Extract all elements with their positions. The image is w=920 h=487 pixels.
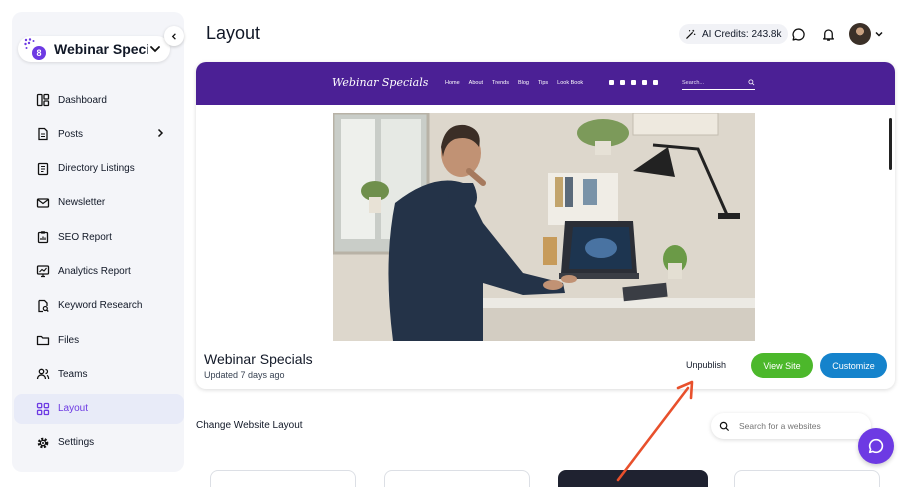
sidebar-item-label: Dashboard: [58, 94, 107, 106]
workspace-badge: 8: [32, 46, 46, 60]
x-icon: [620, 80, 625, 85]
gear-icon: [37, 437, 49, 449]
site-name: Webinar Specials: [204, 351, 313, 367]
sidebar-item-dashboard[interactable]: Dashboard: [14, 85, 184, 115]
site-preview-link: Blog: [517, 80, 529, 86]
site-preview-search: Search...: [682, 78, 755, 90]
sidebar-item-layout[interactable]: Layout: [14, 393, 184, 424]
sidebar-item-teams[interactable]: Teams: [14, 359, 184, 389]
section-title: Change Website Layout: [196, 420, 303, 431]
mail-icon: [36, 198, 50, 208]
youtube-icon: [653, 80, 658, 85]
chat-bubble-icon: [868, 438, 884, 454]
sidebar-item-label: Teams: [58, 368, 88, 380]
support-chat-button[interactable]: [858, 428, 894, 464]
messages-button[interactable]: [789, 25, 807, 43]
site-preview-search-placeholder: Search...: [682, 80, 705, 86]
clipboard-chart-icon: [37, 231, 49, 244]
sidebar-item-label: SEO Report: [58, 231, 112, 243]
notifications-button[interactable]: [819, 25, 837, 43]
preview-scrollbar[interactable]: [889, 118, 892, 170]
unpublish-button[interactable]: Unpublish: [686, 360, 726, 370]
sidebar-item-posts[interactable]: Posts: [14, 119, 184, 149]
site-preview-link: Home: [445, 80, 460, 86]
site-preview-brand: Webinar Specials: [332, 76, 429, 89]
sidebar-item-directory-listings[interactable]: Directory Listings: [14, 154, 184, 184]
layout-search-input[interactable]: [739, 421, 849, 431]
layout-thumbnail[interactable]: [734, 470, 880, 487]
sidebar-item-label: Files: [58, 334, 80, 346]
search-icon: [748, 79, 755, 86]
monitor-chart-icon: [36, 265, 50, 278]
site-preview-link: Tips: [537, 80, 549, 86]
document-icon: [38, 128, 48, 141]
site-preview-link: Look Book: [557, 80, 584, 86]
grid-icon: [36, 402, 50, 415]
layout-search-box[interactable]: [711, 413, 871, 439]
sidebar-item-label: Layout: [58, 403, 89, 415]
ai-credits-badge[interactable]: AI Credits: 243.8k: [679, 24, 789, 44]
site-preview-links: Home About Trends Blog Tips Look Book: [445, 80, 583, 86]
site-preview-link: Trends: [492, 80, 509, 86]
sidebar-item-newsletter[interactable]: Newsletter: [14, 188, 184, 218]
layout-thumbnail[interactable]: [210, 470, 356, 487]
site-preview-social-icons: [609, 80, 658, 85]
site-preview-navbar: Webinar Specials Home About Trends Blog …: [196, 62, 895, 105]
directory-icon: [37, 162, 49, 175]
view-site-button[interactable]: View Site: [751, 353, 813, 378]
sidebar-item-seo-report[interactable]: SEO Report: [14, 222, 184, 252]
ai-credits-label: AI Credits: 243.8k: [702, 28, 782, 40]
sidebar-item-keyword-research[interactable]: Keyword Research: [14, 291, 184, 321]
page-title: Layout: [206, 23, 261, 43]
avatar[interactable]: [849, 23, 871, 45]
sidebar: 8 Webinar Specials Dashboard Posts Direc…: [12, 12, 184, 472]
chevron-down-icon[interactable]: [873, 28, 885, 40]
sidebar-nav: Dashboard Posts Directory Listings Newsl…: [14, 85, 184, 462]
customize-button[interactable]: Customize: [820, 353, 887, 378]
pinterest-icon: [631, 80, 636, 85]
site-preview-link: About: [468, 80, 484, 86]
sidebar-item-settings[interactable]: Settings: [14, 428, 184, 458]
workspace-name: Webinar Specials: [54, 41, 148, 57]
chevron-right-icon: [157, 129, 164, 138]
site-card: Webinar Specials Home About Trends Blog …: [196, 62, 895, 389]
search-icon: [719, 421, 730, 431]
site-preview-hero-image: [333, 113, 755, 341]
sidebar-item-analytics-report[interactable]: Analytics Report: [14, 256, 184, 286]
workspace-logo: 8: [24, 38, 46, 60]
instagram-icon: [642, 80, 647, 85]
layout-thumbnail[interactable]: [558, 470, 708, 487]
sidebar-item-label: Directory Listings: [58, 163, 135, 175]
sidebar-item-label: Keyword Research: [58, 300, 143, 312]
folder-icon: [36, 335, 50, 346]
layout-thumbnail[interactable]: [384, 470, 530, 487]
dashboard-icon: [36, 93, 50, 107]
magic-wand-icon: [686, 29, 696, 39]
sidebar-item-label: Newsletter: [58, 197, 106, 209]
facebook-icon: [609, 80, 614, 85]
sidebar-item-label: Analytics Report: [58, 265, 131, 277]
document-search-icon: [38, 299, 49, 312]
sidebar-item-files[interactable]: Files: [14, 325, 184, 355]
chevron-down-icon: [150, 46, 160, 53]
workspace-switcher[interactable]: 8 Webinar Specials: [18, 36, 170, 62]
page: 8 Webinar Specials Dashboard Posts Direc…: [0, 0, 920, 487]
man-at-laptop-photo: [333, 113, 755, 341]
sidebar-item-label: Settings: [58, 437, 95, 449]
site-updated-time: Updated 7 days ago: [204, 370, 285, 380]
users-icon: [36, 369, 50, 380]
bell-icon: [822, 28, 834, 41]
sidebar-item-label: Posts: [58, 128, 84, 140]
chat-bubble-icon: [792, 27, 805, 41]
chevron-left-icon: [171, 32, 176, 40]
collapse-sidebar-button[interactable]: [164, 26, 184, 46]
